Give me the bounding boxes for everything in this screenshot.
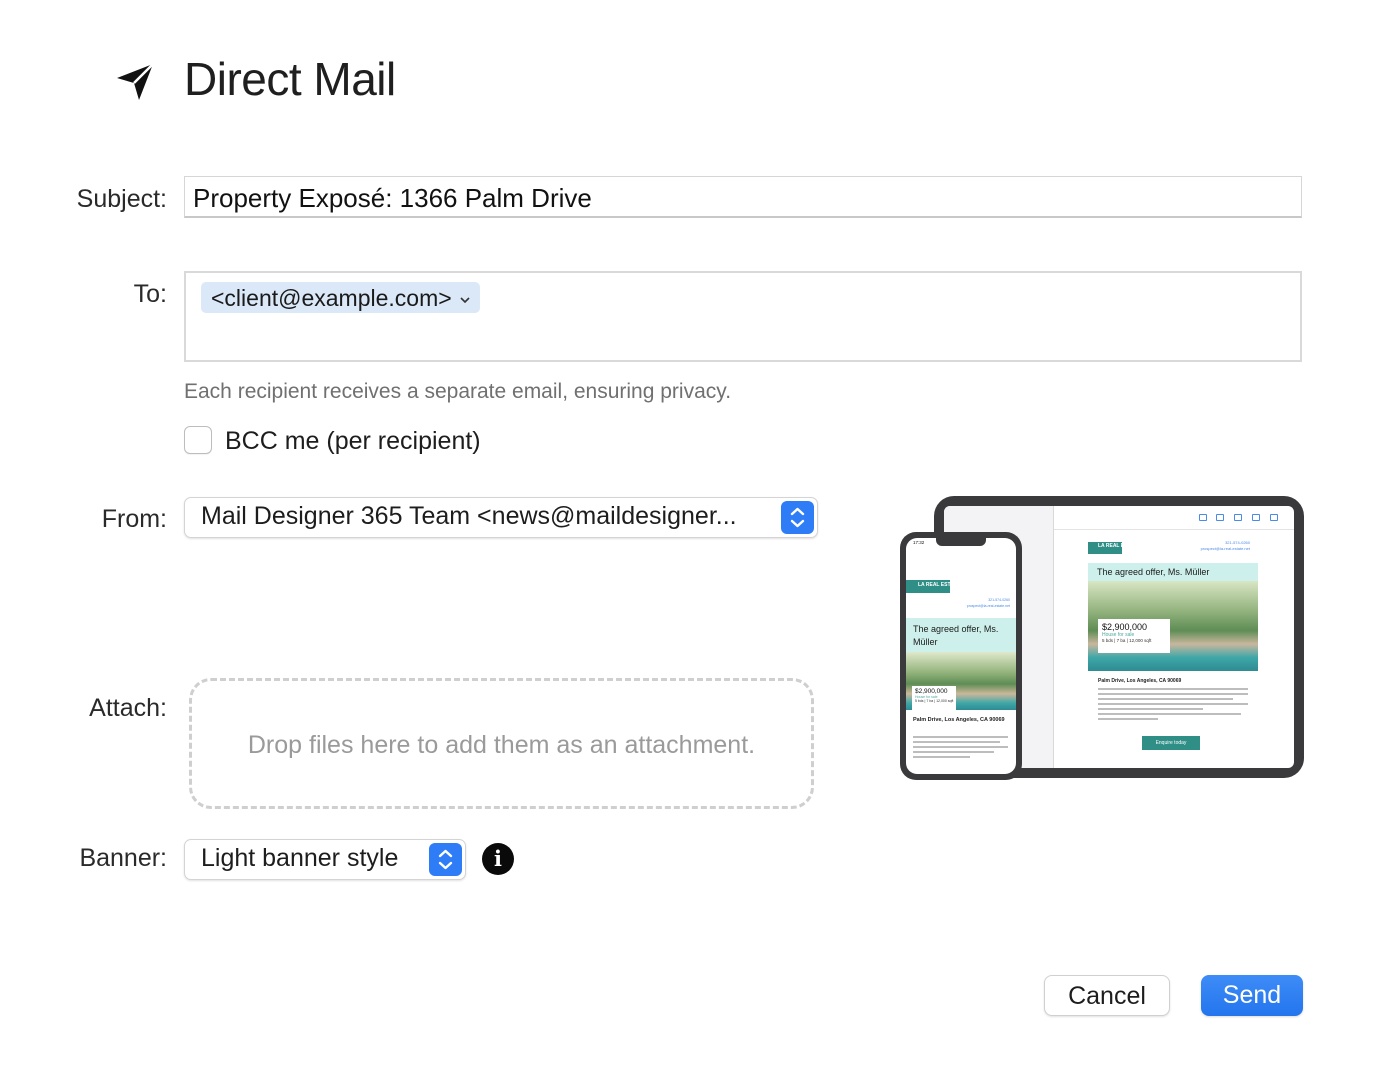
tablet-toolbar (1054, 506, 1294, 530)
compose-icon (1270, 514, 1278, 521)
specs: 5 bds | 7 ba | 12,000 sqft (1102, 638, 1152, 643)
price: $2,900,000 (1102, 622, 1148, 632)
from-label: From: (101, 505, 167, 533)
up-down-arrows-icon (781, 501, 814, 534)
dropzone-placeholder: Drop files here to add them as an attach… (247, 731, 756, 759)
body-text (913, 736, 1008, 761)
banner-value: Light banner style (201, 844, 399, 872)
recipient-email: <client@example.com> (211, 285, 452, 311)
send-button[interactable]: Send (1201, 975, 1303, 1016)
recipient-token[interactable]: <client@example.com> (201, 282, 480, 313)
up-down-arrows-icon (429, 843, 462, 876)
from-value: Mail Designer 365 Team <news@maildesigne… (201, 502, 737, 530)
info-icon[interactable]: i (482, 843, 514, 875)
banner-select[interactable]: Light banner style (184, 839, 466, 880)
address: Palm Drive, Los Angeles, CA 90069 (913, 717, 1005, 723)
paper-plane-icon (113, 60, 157, 104)
phone-notch (936, 538, 986, 546)
attach-label: Attach: (89, 694, 167, 722)
flag-icon (1199, 514, 1207, 521)
banner-label: Banner: (79, 844, 167, 872)
subject-value: Property Exposé: 1366 Palm Drive (193, 183, 592, 213)
phone-screen: 17:32 LA REAL ESTATE 321-574-0260 prospe… (906, 538, 1016, 774)
cancel-button[interactable]: Cancel (1044, 975, 1170, 1016)
phone-mockup: 17:32 LA REAL ESTATE 321-574-0260 prospe… (900, 532, 1022, 780)
email-address: prospect@la-real-estate.net (966, 604, 1010, 608)
page-title: Direct Mail (184, 53, 396, 105)
body-text (1098, 688, 1248, 723)
subject-label: Subject: (76, 185, 167, 213)
trash-icon (1234, 514, 1242, 521)
bcc-label[interactable]: BCC me (per recipient) (225, 427, 481, 456)
status-time: 17:32 (913, 540, 925, 545)
brand-logo: LA REAL ESTATE (906, 580, 960, 593)
tablet-email: LA REAL ESTATE 321-574-0260 prospect@la-… (1088, 536, 1258, 768)
attachment-dropzone[interactable]: Drop files here to add them as an attach… (189, 678, 814, 809)
specs: 5 bds | 7 ba | 12,000 sqft (915, 699, 954, 703)
chevron-down-icon[interactable] (460, 291, 470, 307)
phone-number: 321-574-0260 (1225, 540, 1250, 545)
recipients-field[interactable]: <client@example.com> (184, 271, 1302, 362)
subject-input[interactable]: Property Exposé: 1366 Palm Drive (184, 176, 1302, 218)
bcc-checkbox[interactable] (184, 426, 212, 454)
price: $2,900,000 (915, 688, 948, 695)
price-box: $2,900,000 House for sale 5 bds | 7 ba |… (1098, 619, 1170, 653)
brand-logo: LA REAL ESTATE (1088, 542, 1140, 554)
privacy-hint: Each recipient receives a separate email… (184, 380, 732, 403)
offer-title: The agreed offer, Ms. Müller (906, 618, 1016, 652)
reply-icon (1252, 514, 1260, 521)
folder-icon (1216, 514, 1224, 521)
cta-button: Enquire today (1142, 736, 1200, 750)
email-address: prospect@la-real-estate.net (1200, 546, 1250, 551)
from-select[interactable]: Mail Designer 365 Team <news@maildesigne… (184, 497, 818, 538)
to-label: To: (133, 280, 167, 308)
address: Palm Drive, Los Angeles, CA 90069 (1098, 678, 1182, 684)
offer-title: The agreed offer, Ms. Müller (1088, 563, 1258, 581)
device-preview: LA REAL ESTATE 321-574-0260 prospect@la-… (898, 494, 1306, 782)
phone-number: 321-574-0260 (988, 598, 1010, 602)
price-box: $2,900,000 House for sale 5 bds | 7 ba |… (912, 686, 956, 710)
